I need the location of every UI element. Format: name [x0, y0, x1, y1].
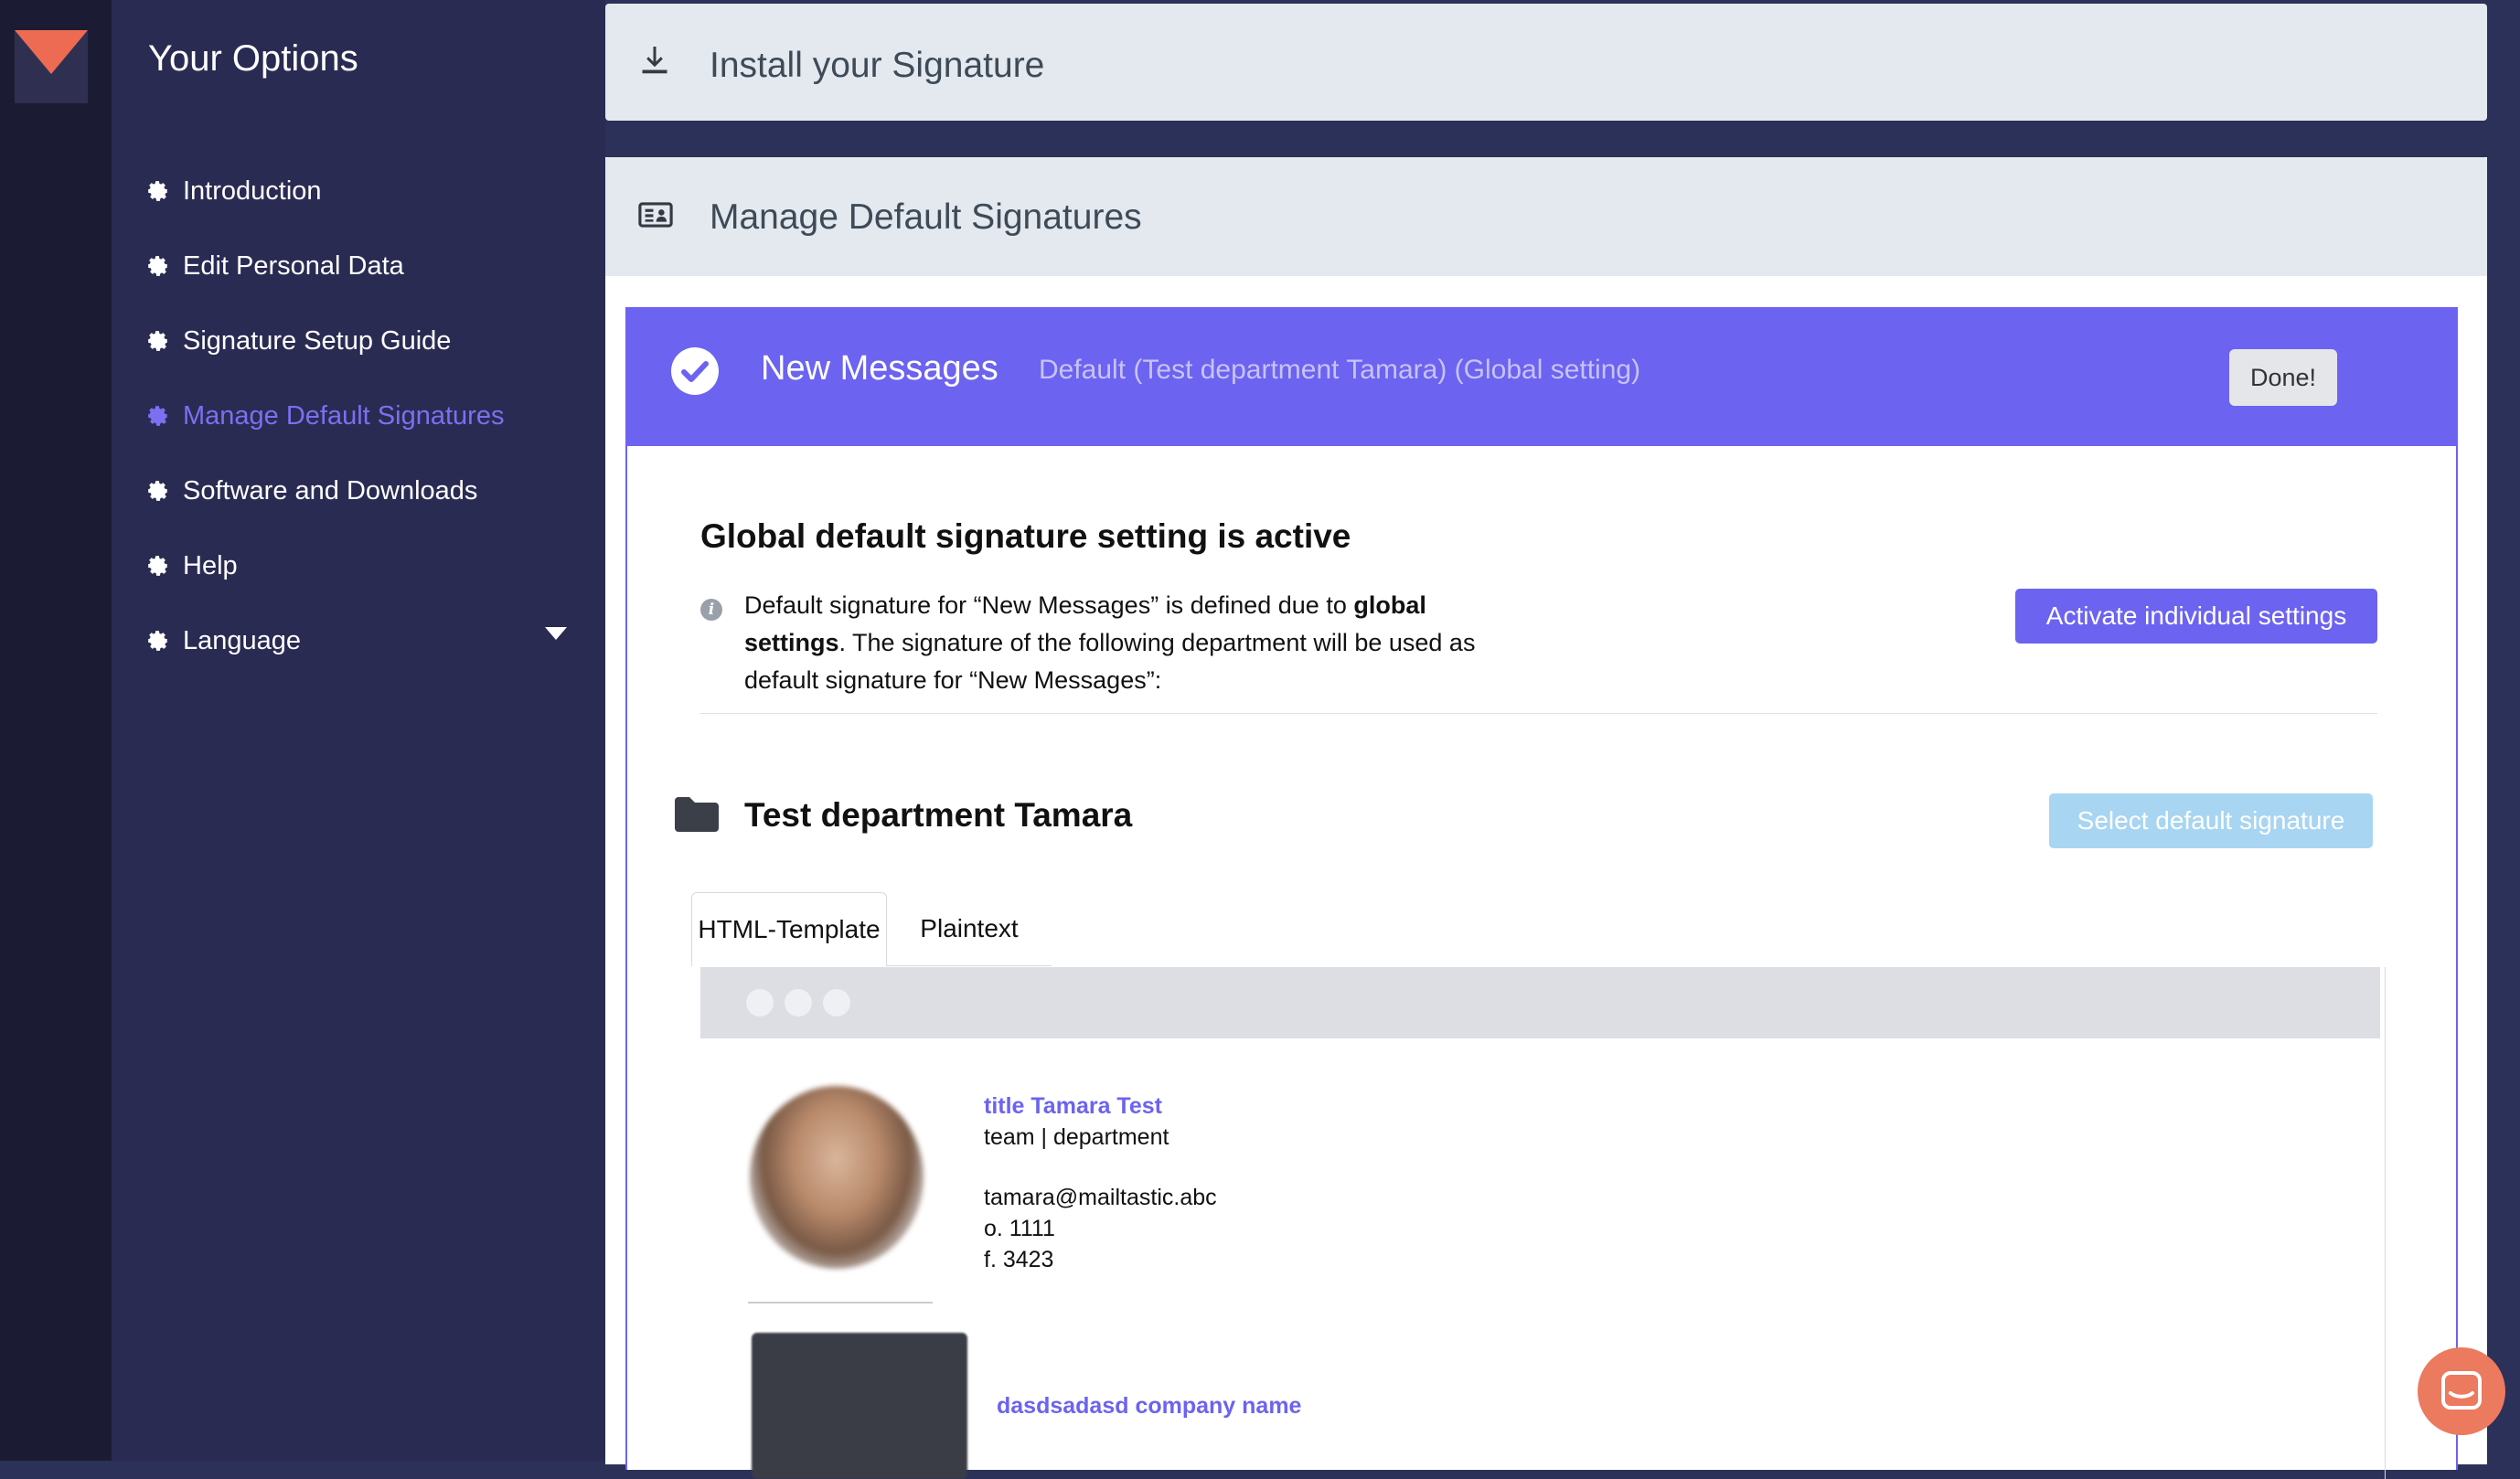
sidebar-item-software-and-downloads[interactable]: Software and Downloads	[146, 468, 477, 514]
sidebar-item-label: Language	[183, 625, 302, 655]
window-dot	[746, 989, 774, 1016]
info-icon: i	[700, 599, 722, 621]
activate-individual-settings-button[interactable]: Activate individual settings	[2015, 589, 2377, 644]
sidebar-item-help[interactable]: Help	[146, 543, 238, 589]
card-subtitle: Default (Test department Tamara) (Global…	[1039, 355, 1641, 385]
signature-company-name: dasdsadasd company name	[997, 1393, 1302, 1419]
gear-icon	[148, 556, 167, 576]
tab-html-template[interactable]: HTML-Template	[691, 892, 887, 966]
sidebar-item-label: Signature Setup Guide	[183, 325, 452, 356]
signature-fax: f. 3423	[984, 1247, 1054, 1272]
gear-icon	[148, 481, 167, 501]
department-name: Test department Tamara	[744, 796, 1133, 834]
signature-preview: title Tamara Test team | department tama…	[700, 967, 2386, 1479]
manage-default-signatures-title: Manage Default Signatures	[710, 197, 1142, 237]
sidebar-item-manage-default-signatures[interactable]: Manage Default Signatures	[146, 393, 504, 439]
triangle-logo-icon	[15, 30, 88, 74]
check-circle-icon	[671, 347, 719, 395]
install-signature-title: Install your Signature	[710, 46, 1045, 85]
manage-default-signatures-panel: Manage Default Signatures New Messages D…	[605, 157, 2487, 1479]
section-divider	[700, 713, 2377, 714]
sidebar-item-label: Software and Downloads	[183, 475, 478, 505]
gear-icon	[148, 181, 167, 201]
avatar	[750, 1086, 924, 1269]
card-title: New Messages	[761, 349, 998, 388]
window-dot	[823, 989, 850, 1016]
chat-icon	[2441, 1371, 2482, 1410]
sidebar-title: Your Options	[148, 38, 358, 79]
chat-launcher-button[interactable]	[2418, 1347, 2505, 1435]
gear-icon	[148, 256, 167, 276]
app-rail	[0, 0, 112, 1461]
done-button[interactable]: Done!	[2229, 349, 2337, 406]
sidebar-item-label: Help	[183, 550, 238, 580]
manage-default-signatures-header[interactable]: Manage Default Signatures	[605, 157, 2487, 276]
options-sidebar: Your Options Introduction Edit Personal …	[112, 0, 605, 1461]
select-default-signature-button[interactable]: Select default signature	[2049, 793, 2373, 848]
sidebar-item-signature-setup-guide[interactable]: Signature Setup Guide	[146, 318, 451, 364]
signature-office: o. 1111	[984, 1216, 1055, 1241]
new-messages-card: New Messages Default (Test department Ta…	[625, 307, 2458, 1479]
info-text-part: Default signature for “New Messages” is …	[744, 591, 1354, 619]
company-logo	[752, 1333, 967, 1479]
sidebar-item-label: Introduction	[183, 176, 322, 206]
install-signature-section[interactable]: Install your Signature	[605, 4, 2487, 121]
sidebar-item-label: Manage Default Signatures	[183, 400, 505, 431]
info-text-part: . The signature of the following departm…	[744, 629, 1476, 694]
new-messages-card-header: New Messages Default (Test department Ta…	[627, 309, 2456, 446]
gear-icon	[148, 331, 167, 351]
id-card-icon	[638, 202, 673, 228]
signature-email: tamara@mailtastic.abc	[984, 1185, 1217, 1210]
sidebar-item-language[interactable]: Language	[146, 618, 301, 664]
preview-window-bar	[700, 967, 2380, 1038]
gear-icon	[148, 406, 167, 426]
app-logo[interactable]	[15, 30, 88, 103]
folder-icon	[675, 797, 719, 832]
tab-plaintext[interactable]: Plaintext	[887, 892, 1052, 966]
window-dot	[785, 989, 812, 1016]
gear-icon	[148, 631, 167, 651]
signature-team: team | department	[984, 1124, 1169, 1150]
sidebar-item-edit-personal-data[interactable]: Edit Personal Data	[146, 243, 404, 289]
global-setting-heading: Global default signature setting is acti…	[700, 517, 1351, 555]
sidebar-item-introduction[interactable]: Introduction	[146, 168, 322, 214]
signature-name: title Tamara Test	[984, 1093, 1162, 1119]
caret-down-icon[interactable]	[545, 627, 567, 640]
download-icon	[642, 47, 667, 74]
main-content: Install your Signature Manage Default Si…	[605, 0, 2520, 1479]
sidebar-item-label: Edit Personal Data	[183, 250, 404, 281]
signature-divider	[748, 1302, 933, 1303]
global-setting-info: Default signature for “New Messages” is …	[744, 587, 1531, 699]
